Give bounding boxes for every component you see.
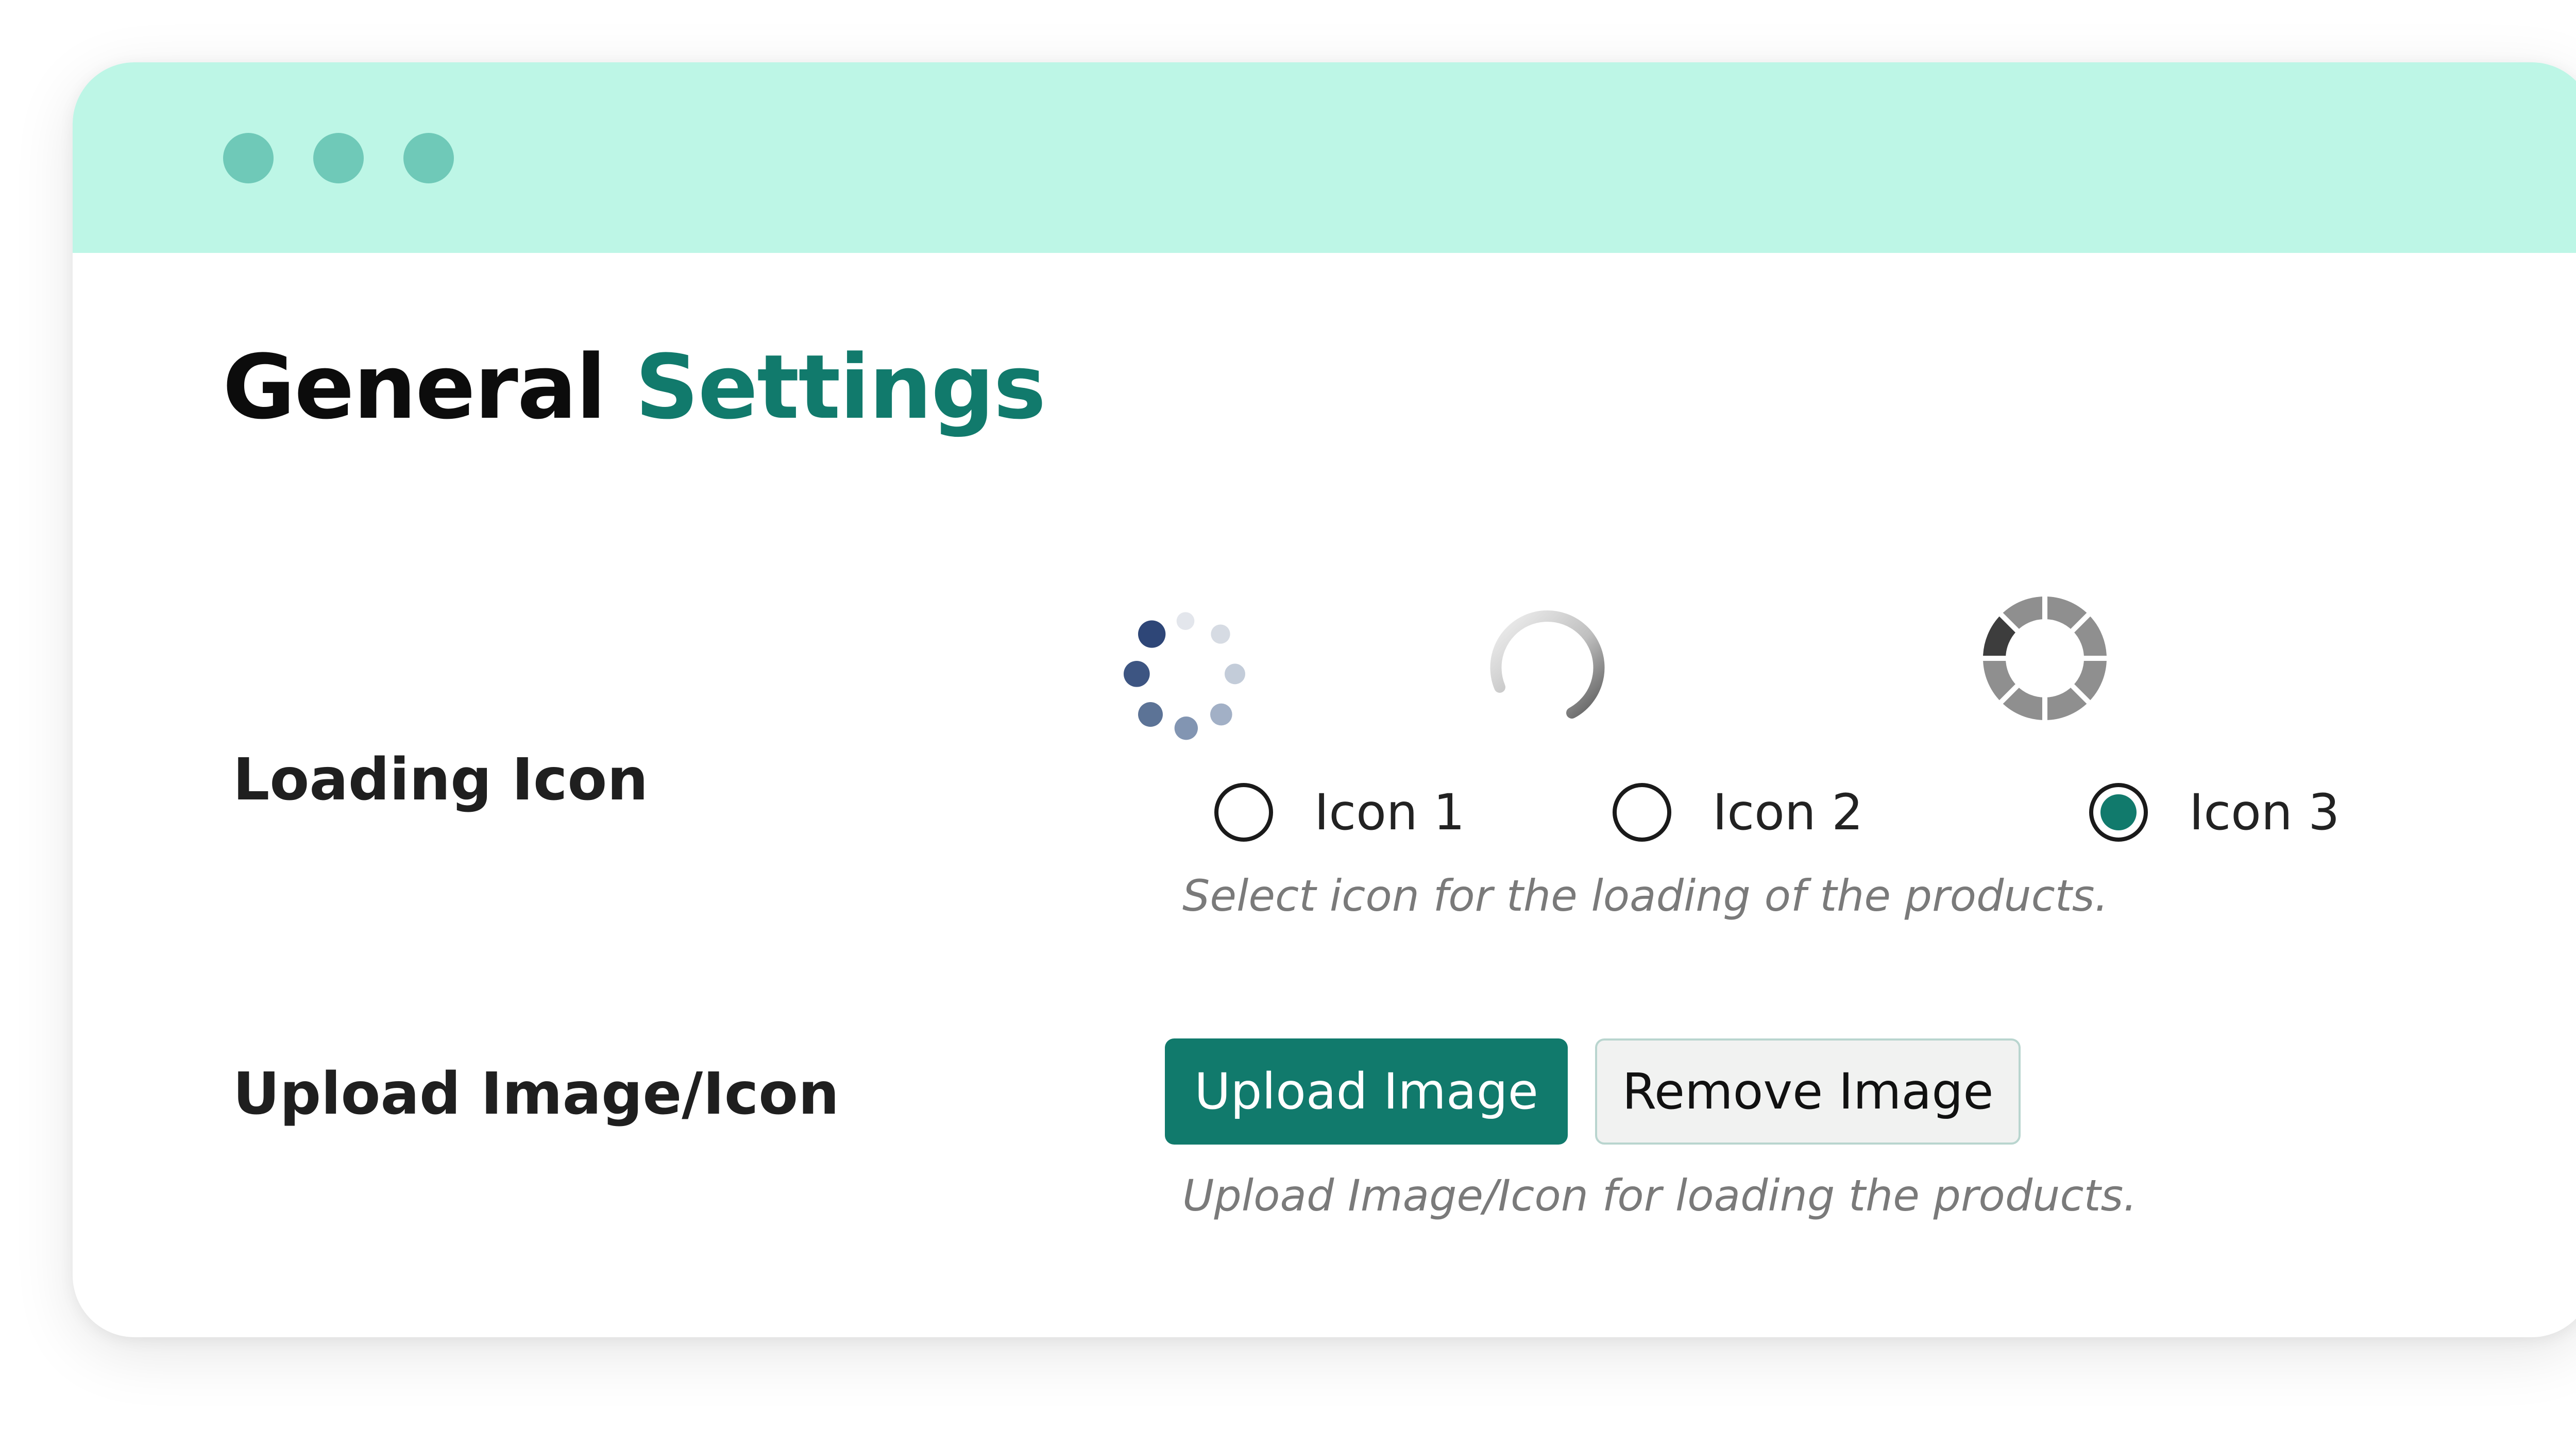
radio-option-icon-2[interactable]: Icon 2	[1613, 780, 1863, 844]
page-title: General Settings	[223, 335, 1046, 439]
loading-icon-label: Loading Icon	[233, 746, 649, 813]
window-minimize-dot[interactable]	[313, 133, 364, 183]
radio-option-icon-1[interactable]: Icon 1	[1214, 780, 1465, 844]
ring-spinner-icon	[1490, 610, 1605, 719]
page-title-primary: General	[223, 335, 606, 439]
radio-button[interactable]	[1214, 783, 1273, 842]
dots-spinner-icon	[1124, 612, 1245, 740]
window-maximize-dot[interactable]	[403, 133, 454, 183]
radio-label-icon-2: Icon 2	[1713, 783, 1863, 841]
radio-label-icon-3: Icon 3	[2189, 783, 2340, 841]
window-close-dot[interactable]	[223, 133, 274, 183]
radio-selected-dot	[2100, 794, 2137, 830]
loading-icon-help: Select icon for the loading of the produ…	[1182, 871, 2109, 921]
radio-label-icon-1: Icon 1	[1314, 783, 1465, 841]
window-titlebar	[73, 62, 2576, 253]
settings-window: General Settings Loading Icon Icon 1 Ico…	[73, 62, 2576, 1337]
radio-button[interactable]	[1613, 783, 1671, 842]
radio-option-icon-3[interactable]: Icon 3	[2089, 780, 2340, 844]
segmented-ring-icon	[1981, 594, 2109, 722]
upload-image-button[interactable]: Upload Image	[1165, 1038, 1568, 1145]
remove-image-button[interactable]: Remove Image	[1595, 1038, 2021, 1145]
upload-image-help: Upload Image/Icon for loading the produc…	[1182, 1170, 2137, 1221]
upload-image-label: Upload Image/Icon	[233, 1061, 839, 1128]
page-title-accent: Settings	[635, 335, 1046, 439]
radio-button-selected[interactable]	[2089, 783, 2148, 842]
stage: General Settings Loading Icon Icon 1 Ico…	[0, 0, 2576, 1432]
